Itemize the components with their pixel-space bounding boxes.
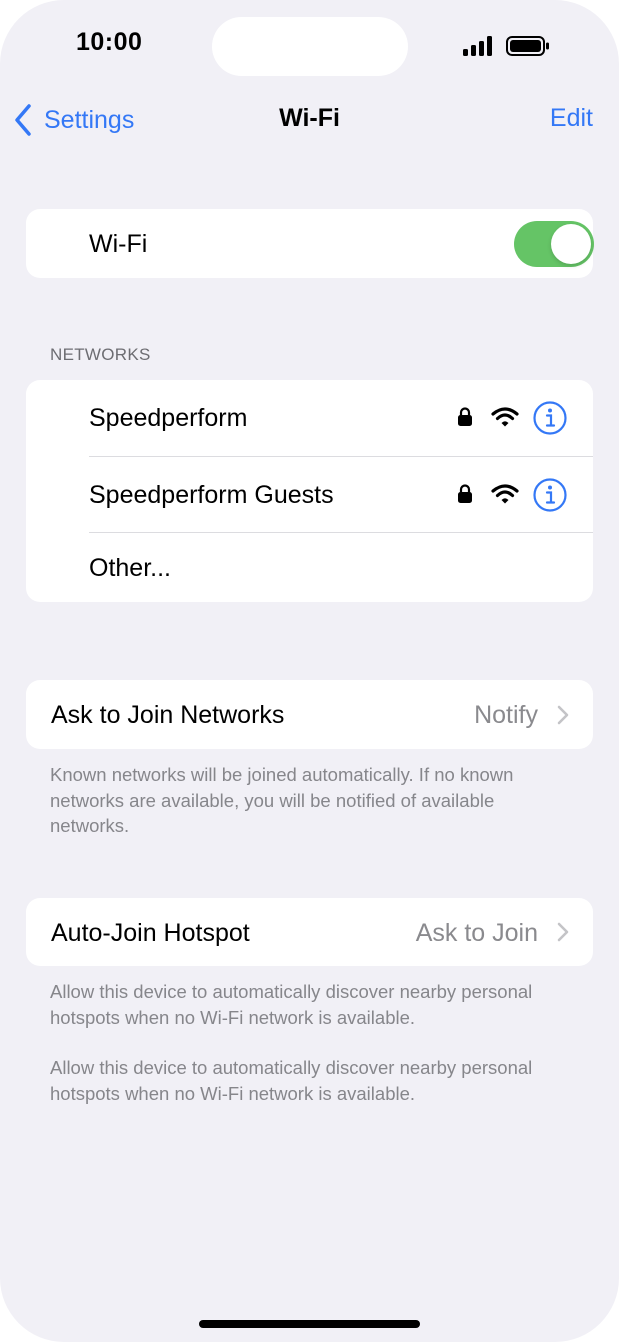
network-name: Speedperform Guests	[89, 481, 334, 509]
wifi-toggle-card: Wi-Fi	[26, 209, 594, 278]
network-row-speedperform[interactable]: Speedperform	[26, 380, 593, 456]
ask-to-join-label: Ask to Join Networks	[51, 701, 285, 729]
ask-to-join-footnote: Known networks will be joined automatica…	[50, 764, 514, 836]
networks-list: Speedperform Speedperform Guests Other..…	[26, 380, 593, 602]
info-icon[interactable]	[532, 400, 568, 436]
auto-join-hotspot-row[interactable]: Auto-Join Hotspot Ask to Join	[26, 898, 593, 966]
auto-join-hotspot-label: Auto-Join Hotspot	[51, 919, 250, 947]
networks-section-header: NETWORKS	[50, 345, 151, 364]
info-icon[interactable]	[532, 477, 568, 513]
ask-to-join-row[interactable]: Ask to Join Networks Notify	[26, 680, 593, 749]
lock-icon	[458, 407, 472, 426]
lock-icon	[458, 484, 472, 503]
chevron-right-icon	[557, 705, 569, 725]
dynamic-island	[212, 17, 408, 76]
page-title: Wi-Fi	[279, 104, 340, 132]
signal-icon	[463, 36, 492, 56]
wifi-signal-icon	[491, 484, 519, 504]
network-name: Speedperform	[89, 404, 248, 432]
network-row-speedperform-guests[interactable]: Speedperform Guests	[26, 457, 593, 533]
auto-join-hotspot-value: Ask to Join	[415, 919, 538, 947]
edit-button[interactable]: Edit	[550, 104, 593, 133]
status-time: 10:00	[76, 28, 143, 56]
wifi-toggle-switch[interactable]	[514, 221, 594, 267]
chevron-right-icon	[557, 922, 569, 942]
wifi-signal-icon	[491, 407, 519, 427]
battery-icon	[506, 36, 549, 56]
network-name: Other...	[89, 554, 171, 582]
auto-join-footnote-repeat: Allow this device to automatically disco…	[50, 1057, 533, 1104]
toggle-knob	[551, 224, 591, 264]
ask-to-join-value: Notify	[474, 701, 538, 729]
wifi-toggle-label: Wi-Fi	[89, 230, 148, 258]
auto-join-footnote: Allow this device to automatically disco…	[50, 981, 533, 1028]
home-indicator[interactable]	[199, 1320, 420, 1328]
phone-screen: 10:00 Settings Wi-Fi Edit Wi-Fi NETWORKS…	[0, 0, 619, 1342]
network-row-other[interactable]: Other...	[26, 533, 593, 602]
